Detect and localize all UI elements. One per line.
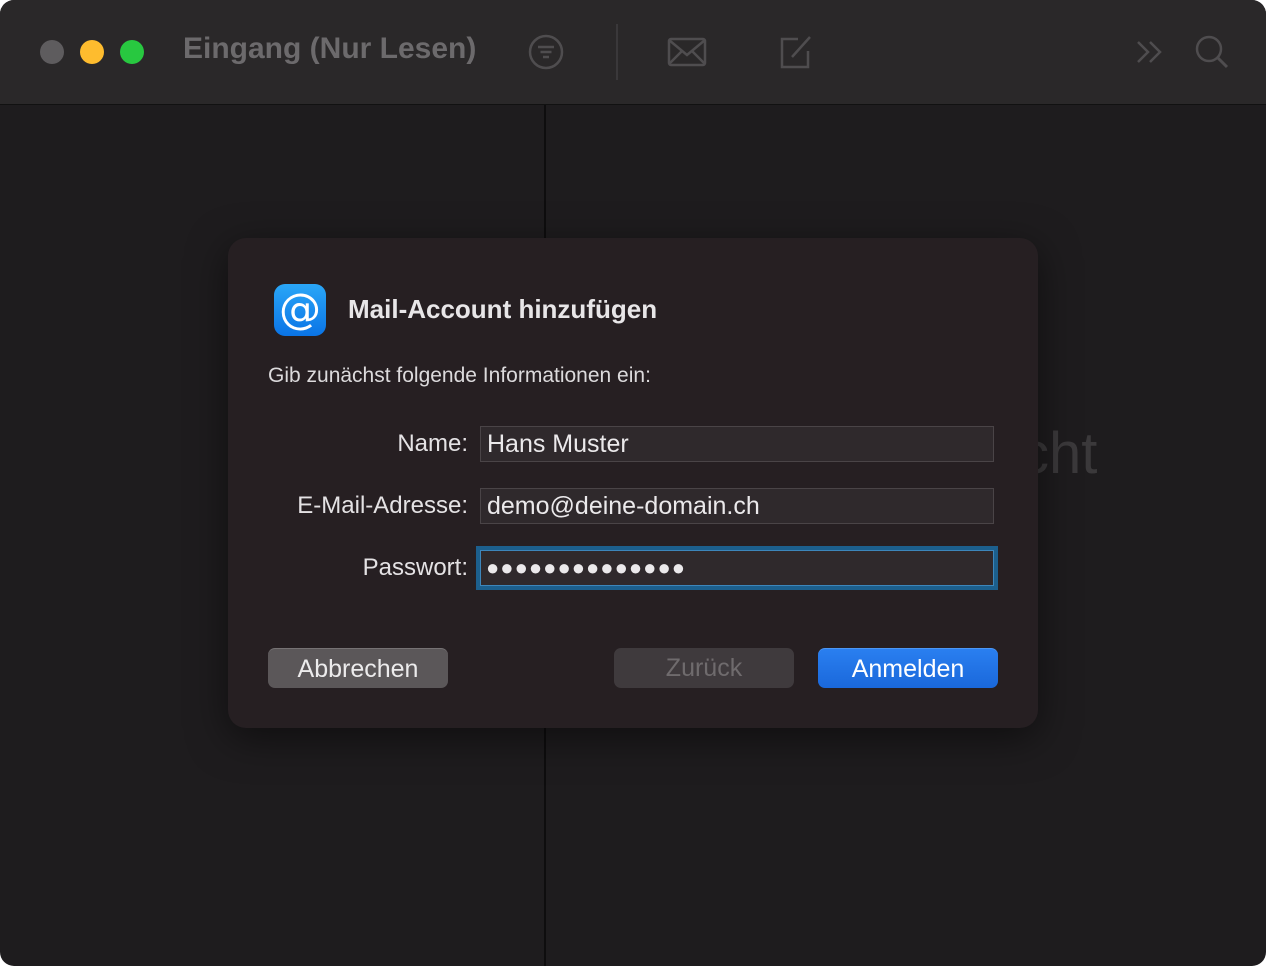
cancel-button[interactable]: Abbrechen bbox=[268, 648, 448, 688]
password-field[interactable]: ●●●●●●●●●●●●●● bbox=[476, 546, 998, 590]
toolbar-separator bbox=[616, 24, 618, 80]
window-title: Eingang (Nur Lesen) bbox=[183, 32, 477, 65]
back-button[interactable]: Zurück bbox=[614, 648, 794, 688]
login-button[interactable]: Anmelden bbox=[818, 648, 998, 688]
at-sign-icon: @ bbox=[274, 284, 326, 336]
more-chevrons-icon[interactable] bbox=[1130, 30, 1170, 74]
name-field[interactable]: Hans Muster bbox=[480, 426, 994, 462]
close-window-button[interactable] bbox=[40, 40, 64, 64]
dialog-title: Mail-Account hinzufügen bbox=[348, 294, 658, 324]
envelope-icon[interactable] bbox=[666, 30, 708, 74]
name-label: Name: bbox=[397, 430, 468, 457]
zoom-window-button[interactable] bbox=[120, 40, 144, 64]
add-account-dialog: @ Mail-Account hinzufügen Gib zunächst f… bbox=[228, 238, 1038, 728]
dialog-subtitle: Gib zunächst folgende Informationen ein: bbox=[268, 364, 651, 387]
minimize-window-button[interactable] bbox=[80, 40, 104, 64]
email-field[interactable]: demo@deine-domain.ch bbox=[480, 488, 994, 524]
email-label: E-Mail-Adresse: bbox=[297, 492, 468, 519]
password-label: Passwort: bbox=[362, 554, 468, 581]
compose-icon[interactable] bbox=[776, 30, 816, 74]
mail-window: Eingang (Nur Lesen) cht @ Mail-Account h… bbox=[0, 0, 1266, 966]
toolbar: Eingang (Nur Lesen) bbox=[0, 0, 1266, 105]
search-icon[interactable] bbox=[1192, 30, 1232, 74]
filter-icon[interactable] bbox=[526, 30, 566, 74]
